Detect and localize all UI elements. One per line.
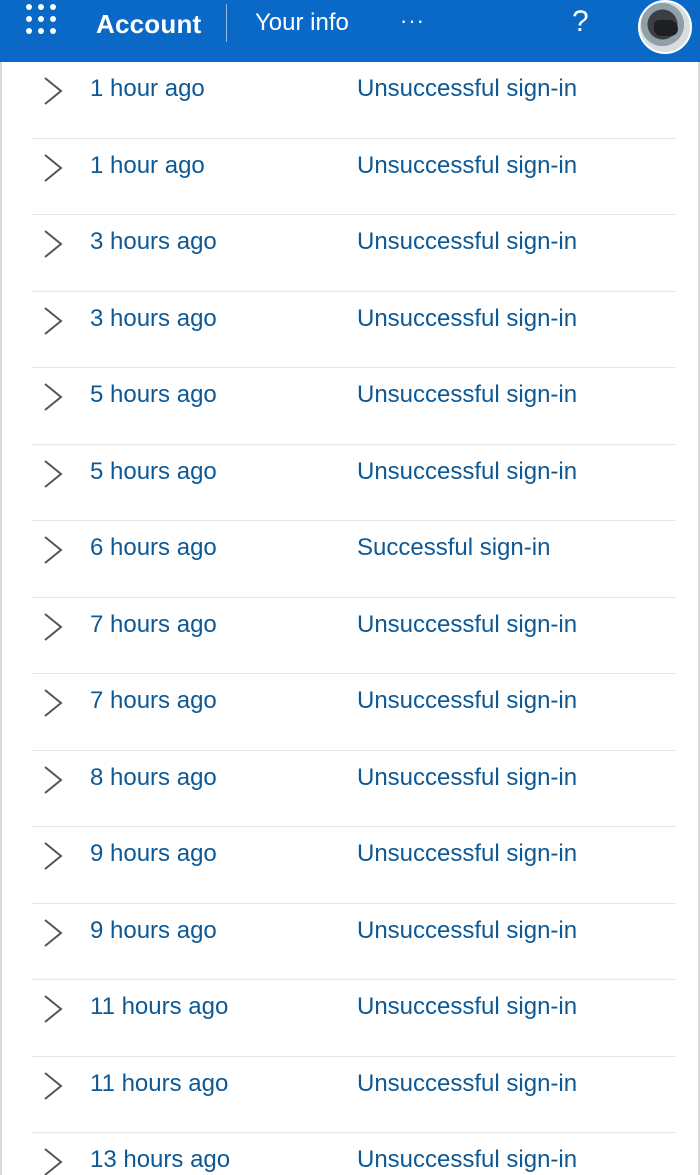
chevron-right-icon[interactable] bbox=[40, 306, 66, 336]
activity-row[interactable]: 11 hours ago Unsuccessful sign-in bbox=[0, 980, 700, 1057]
chevron-right-icon[interactable] bbox=[40, 688, 66, 718]
activity-status: Unsuccessful sign-in bbox=[357, 151, 578, 179]
activity-status: Unsuccessful sign-in bbox=[357, 687, 578, 714]
chevron-right-icon[interactable] bbox=[40, 382, 66, 412]
activity-time: 3 hours ago bbox=[90, 228, 217, 255]
header-divider bbox=[226, 4, 227, 42]
activity-time: 5 hours ago bbox=[90, 457, 217, 485]
activity-time: 11 hours ago bbox=[90, 1069, 229, 1097]
activity-status: Unsuccessful sign-in bbox=[357, 840, 578, 867]
activity-time: 1 hour ago bbox=[90, 151, 205, 179]
user-avatar[interactable] bbox=[638, 0, 692, 54]
activity-status: Unsuccessful sign-in bbox=[357, 916, 578, 944]
activity-row[interactable]: 11 hours ago Unsuccessful sign-in bbox=[0, 1057, 700, 1133]
activity-row[interactable]: 3 hours ago Unsuccessful sign-in bbox=[0, 215, 700, 292]
activity-row[interactable]: 5 hours ago Unsuccessful sign-in bbox=[0, 368, 700, 445]
activity-status: Unsuccessful sign-in bbox=[357, 228, 578, 255]
activity-status: Unsuccessful sign-in bbox=[357, 457, 578, 485]
chevron-right-icon[interactable] bbox=[40, 76, 66, 106]
activity-row[interactable]: 7 hours ago Unsuccessful sign-in bbox=[0, 598, 700, 674]
activity-time: 5 hours ago bbox=[90, 381, 217, 408]
activity-row[interactable]: 1 hour ago Unsuccessful sign-in bbox=[0, 139, 700, 215]
activity-row[interactable]: 7 hours ago Unsuccessful sign-in bbox=[0, 674, 700, 751]
chevron-right-icon[interactable] bbox=[40, 612, 66, 642]
activity-time: 11 hours ago bbox=[90, 993, 229, 1020]
activity-time: 9 hours ago bbox=[90, 840, 217, 867]
activity-status: Unsuccessful sign-in bbox=[357, 75, 578, 102]
activity-status: Unsuccessful sign-in bbox=[357, 610, 578, 638]
chevron-right-icon[interactable] bbox=[40, 229, 66, 259]
activity-time: 6 hours ago bbox=[90, 534, 217, 561]
app-title[interactable]: Account bbox=[96, 9, 201, 40]
chevron-right-icon[interactable] bbox=[40, 841, 66, 871]
activity-status: Unsuccessful sign-in bbox=[357, 1146, 578, 1173]
activity-time: 8 hours ago bbox=[90, 763, 217, 791]
activity-status: Unsuccessful sign-in bbox=[357, 381, 578, 408]
activity-status: Unsuccessful sign-in bbox=[357, 1069, 578, 1097]
activity-time: 3 hours ago bbox=[90, 304, 217, 332]
activity-status: Unsuccessful sign-in bbox=[357, 763, 578, 791]
more-options-button[interactable]: ··· bbox=[400, 8, 425, 34]
activity-row[interactable]: 3 hours ago Unsuccessful sign-in bbox=[0, 292, 700, 368]
activity-row[interactable]: 1 hour ago Unsuccessful sign-in bbox=[0, 62, 700, 139]
your-info-link[interactable]: Your info bbox=[255, 9, 349, 37]
chevron-right-icon[interactable] bbox=[40, 1071, 66, 1101]
activity-time: 7 hours ago bbox=[90, 610, 217, 638]
chevron-right-icon[interactable] bbox=[40, 459, 66, 489]
top-bar: Account Your info ··· ? bbox=[0, 0, 700, 62]
chevron-right-icon[interactable] bbox=[40, 994, 66, 1024]
activity-row[interactable]: 8 hours ago Unsuccessful sign-in bbox=[0, 751, 700, 827]
activity-row[interactable]: 9 hours ago Unsuccessful sign-in bbox=[0, 904, 700, 980]
activity-status: Unsuccessful sign-in bbox=[357, 993, 578, 1020]
activity-row[interactable]: 6 hours ago Successful sign-in bbox=[0, 521, 700, 598]
chevron-right-icon[interactable] bbox=[40, 918, 66, 948]
chevron-right-icon[interactable] bbox=[40, 153, 66, 183]
activity-status: Successful sign-in bbox=[357, 534, 551, 561]
chevron-right-icon[interactable] bbox=[40, 1147, 66, 1175]
activity-row[interactable]: 9 hours ago Unsuccessful sign-in bbox=[0, 827, 700, 904]
activity-status: Unsuccessful sign-in bbox=[357, 304, 578, 332]
activity-time: 13 hours ago bbox=[90, 1146, 231, 1173]
app-launcher-icon[interactable] bbox=[26, 4, 62, 40]
chevron-right-icon[interactable] bbox=[40, 535, 66, 565]
help-button[interactable]: ? bbox=[572, 5, 589, 39]
activity-row[interactable]: 5 hours ago Unsuccessful sign-in bbox=[0, 445, 700, 521]
chevron-right-icon[interactable] bbox=[40, 765, 66, 795]
activity-time: 1 hour ago bbox=[90, 75, 205, 102]
recent-activity-list: 1 hour ago Unsuccessful sign-in 1 hour ago… bbox=[0, 62, 700, 1175]
activity-time: 9 hours ago bbox=[90, 916, 217, 944]
activity-row[interactable]: 13 hours ago Unsuccessful sign-in bbox=[0, 1133, 700, 1175]
activity-time: 7 hours ago bbox=[90, 687, 217, 714]
